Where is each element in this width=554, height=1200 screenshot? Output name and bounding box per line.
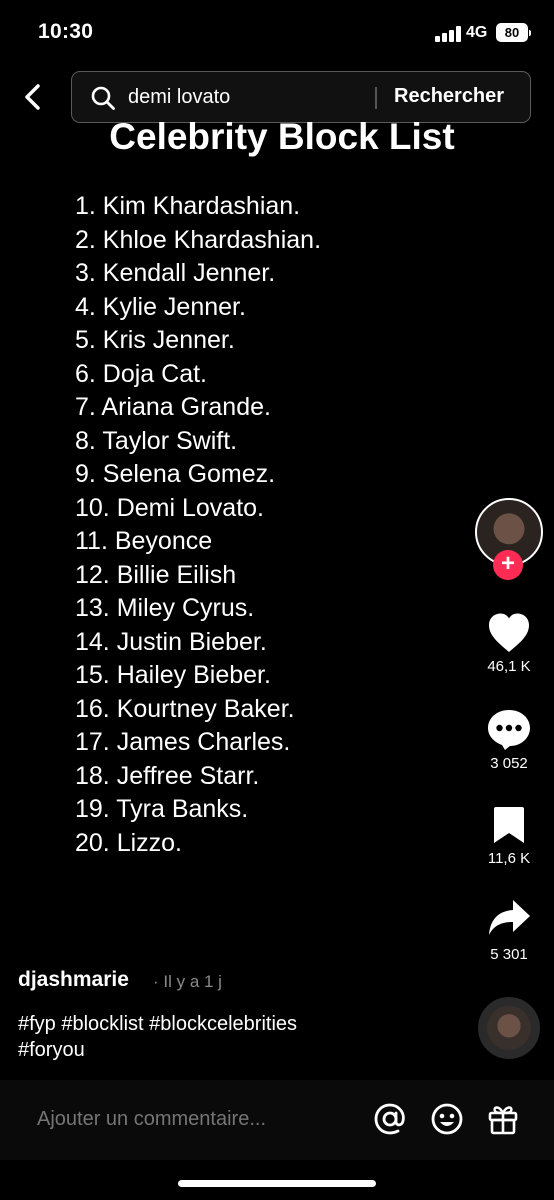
list-item: 18. Jeffree Starr.: [75, 761, 260, 790]
list-item: 12. Billie Eilish: [75, 560, 237, 589]
follow-button[interactable]: +: [493, 550, 523, 580]
status-time: 10:30: [38, 20, 94, 43]
list-item: 6. Doja Cat.: [75, 359, 208, 388]
cellular-signal-icon: [435, 26, 461, 42]
chevron-left-icon: [25, 84, 40, 110]
like-count: 46,1 K: [487, 658, 531, 675]
caption-line[interactable]: #fyp #blocklist #blockcelebrities: [18, 1011, 378, 1037]
list-item: 20. Lizzo.: [75, 828, 183, 857]
share-icon[interactable]: [487, 898, 531, 938]
at-mention-icon[interactable]: [373, 1102, 407, 1136]
list-item: 8. Taylor Swift.: [75, 426, 238, 455]
list-item: 19. Tyra Banks.: [75, 795, 249, 823]
list-item: 3. Kendall Jenner.: [75, 259, 276, 287]
comment-input[interactable]: [37, 1108, 357, 1131]
list-item: 16. Kourtney Baker.: [75, 694, 295, 723]
battery-icon: 80: [496, 23, 531, 42]
list-item: 13. Miley Cyrus.: [75, 594, 255, 622]
list-item: 17. James Charles.: [75, 728, 291, 756]
list-item: 1. Kim Khardashian.: [75, 192, 301, 220]
share-count: 5 301: [490, 946, 528, 963]
back-button[interactable]: [18, 82, 48, 112]
comment-count: 3 052: [490, 755, 528, 772]
celebrity-list: 1. Kim Khardashian. 2. Khloe Khardashian…: [75, 190, 321, 860]
video-title: Celebrity Block List: [109, 116, 455, 157]
creator-username[interactable]: djashmarie: [18, 968, 129, 992]
list-item: 2. Khloe Khardashian.: [75, 225, 322, 254]
emoji-icon[interactable]: [430, 1102, 464, 1136]
list-item: 14. Justin Bieber.: [75, 627, 267, 656]
gift-icon[interactable]: [486, 1102, 520, 1136]
post-time: · Il y a 1 j: [153, 972, 222, 991]
video-caption: #fyp #blocklist #blockcelebrities #foryo…: [18, 1011, 378, 1063]
search-submit-button[interactable]: Rechercher: [394, 85, 504, 108]
save-count: 11,6 K: [487, 850, 531, 867]
bookmark-icon[interactable]: [492, 805, 526, 845]
search-divider: [375, 87, 377, 109]
list-item: 9. Selena Gomez.: [75, 460, 276, 488]
list-item: 10. Demi Lovato.: [75, 493, 264, 522]
comment-icon[interactable]: [486, 708, 532, 752]
battery-level: 80: [504, 25, 520, 40]
search-icon: [91, 86, 115, 110]
list-item: 11. Beyonce: [75, 527, 213, 555]
list-item: 4. Kylie Jenner.: [75, 292, 246, 321]
comment-bar: [0, 1080, 554, 1160]
list-item: 5. Kris Jenner.: [75, 326, 235, 354]
heart-icon[interactable]: [487, 612, 531, 654]
music-disc[interactable]: [478, 997, 540, 1059]
search-input[interactable]: demi lovato: [128, 86, 230, 109]
home-indicator[interactable]: [178, 1180, 376, 1187]
network-type: 4G: [466, 24, 488, 41]
list-item: 15. Hailey Bieber.: [75, 661, 271, 689]
caption-line[interactable]: #foryou: [18, 1037, 378, 1063]
list-item: 7. Ariana Grande.: [75, 393, 271, 421]
